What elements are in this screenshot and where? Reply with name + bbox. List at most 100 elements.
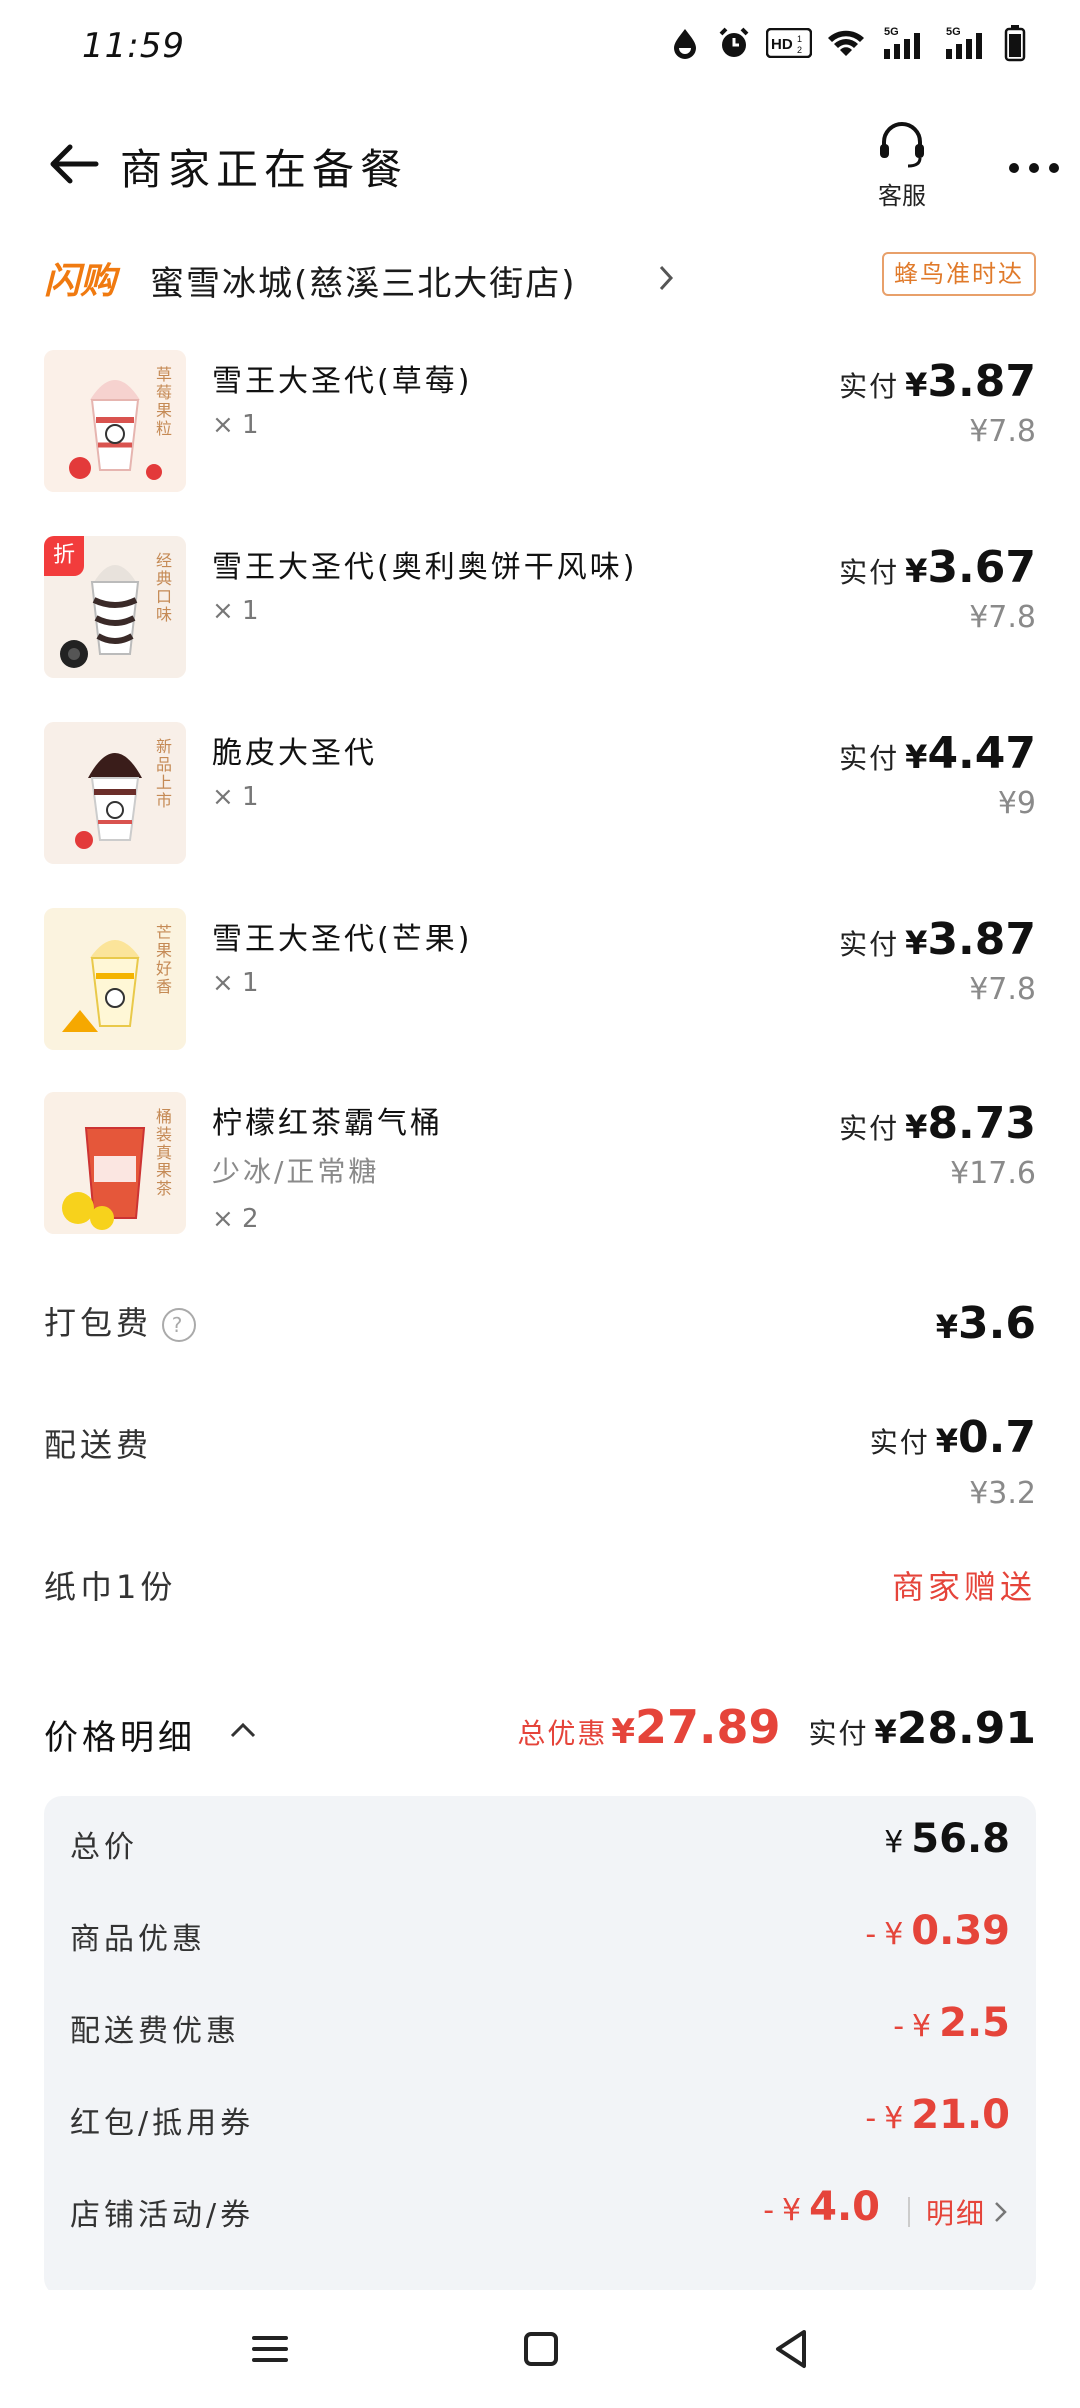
currency-symbol: ¥	[935, 1422, 959, 1460]
wifi-icon	[826, 27, 866, 59]
delivery-fee-row: 配送费 实付 ¥ 0.7 ¥3.2	[44, 1412, 1036, 1522]
original-price: ¥7.8	[969, 600, 1036, 635]
thumbnail-caption: 芒果好香	[155, 923, 172, 996]
original-price: ¥7.8	[969, 414, 1036, 449]
order-item[interactable]: 经典口味 折 雪王大圣代(奥利奥饼干风味) × 1 实付 ¥ 3.67 ¥7.8	[44, 536, 1036, 686]
svg-text:2: 2	[797, 45, 802, 55]
thumbnail-caption: 新品上市	[155, 737, 172, 810]
detail-row-amount: 4.0	[809, 2184, 880, 2230]
delivery-fee-paid: 0.7	[958, 1412, 1036, 1463]
thumbnail-caption: 经典口味	[155, 551, 172, 624]
detail-row-delivery-discount: 配送费优惠 - ¥2.5	[70, 1996, 1010, 2056]
detail-row-value: - ¥0.39	[865, 1908, 1010, 1954]
order-item[interactable]: 草莓果粒 雪王大圣代(草莓) × 1 实付 ¥ 3.87 ¥7.8	[44, 350, 1036, 500]
price-detail-header[interactable]: 价格明细 总优惠 ¥ 27.89 实付 ¥ 28.91	[44, 1700, 1036, 1770]
delivery-fee-label: 配送费	[44, 1426, 153, 1464]
menu-button[interactable]	[240, 2324, 300, 2374]
napkin-label: 纸巾1份	[44, 1568, 177, 1606]
currency-symbol: ¥	[782, 2193, 802, 2228]
item-paid-price: 实付 ¥ 3.87	[839, 356, 1036, 407]
currency-symbol: ¥	[905, 552, 928, 590]
paid-amount: 8.73	[927, 1098, 1036, 1149]
detail-row-coupon: 红包/抵用券 - ¥21.0	[70, 2088, 1010, 2148]
back-button[interactable]	[44, 134, 104, 194]
minus-sign: -	[865, 1917, 877, 1952]
status-bar: 11:59 HD 1 2 5G 5G	[0, 0, 1080, 96]
total-paid-label: 实付	[808, 1717, 869, 1750]
detail-row-label: 总价	[70, 1830, 138, 1865]
system-nav-bar	[0, 2290, 1080, 2408]
original-price: ¥7.8	[969, 972, 1036, 1007]
svg-text:1: 1	[797, 34, 802, 44]
currency-symbol: ¥	[884, 1917, 904, 1952]
store-row[interactable]: 闪购 蜜雪冰城(慈溪三北大街店) 蜂鸟准时达	[44, 248, 1036, 308]
delivery-fee-original: ¥3.2	[969, 1476, 1036, 1511]
paid-amount: 3.87	[927, 356, 1036, 407]
napkin-row: 纸巾1份 商家赠送	[44, 1562, 1036, 1612]
paid-label: 实付	[839, 742, 900, 775]
item-name: 雪王大圣代(奥利奥饼干风味)	[212, 550, 638, 585]
packing-fee-row: 打包费? ¥ 3.6	[44, 1298, 1036, 1358]
chevron-right-icon	[995, 2202, 1007, 2222]
app-header: 商家正在备餐 客服	[0, 110, 1080, 220]
back-nav-button[interactable]	[762, 2324, 822, 2374]
item-quantity: × 1	[212, 596, 259, 626]
home-button[interactable]	[510, 2324, 570, 2374]
svg-text:5G: 5G	[946, 26, 961, 38]
item-name: 雪王大圣代(芒果)	[212, 922, 473, 957]
currency-symbol: ¥	[905, 366, 928, 404]
thumbnail-caption: 草莓果粒	[155, 365, 172, 438]
detail-row-value: - ¥21.0	[865, 2092, 1010, 2138]
total-paid-amount: 28.91	[896, 1703, 1036, 1754]
product-thumbnail: 新品上市	[44, 722, 186, 864]
order-item[interactable]: 芒果好香 雪王大圣代(芒果) × 1 实付 ¥ 3.87 ¥7.8	[44, 908, 1036, 1058]
price-summary: 总优惠 ¥ 27.89 实付 ¥ 28.91	[517, 1700, 1036, 1754]
minus-sign: -	[865, 2101, 877, 2136]
data-saver-icon	[668, 26, 702, 60]
product-thumbnail: 芒果好香	[44, 908, 186, 1050]
square-home-icon	[524, 2332, 558, 2366]
detail-row-amount: 2.5	[939, 2000, 1010, 2046]
item-quantity: × 1	[212, 968, 259, 998]
detail-link-label: 明细	[925, 2197, 986, 2230]
flash-purchase-tag: 闪购	[44, 261, 117, 302]
detail-row-amount: 0.39	[911, 1908, 1010, 1954]
currency-symbol: ¥	[905, 738, 928, 776]
menu-icon	[252, 2336, 288, 2362]
delivery-badge: 蜂鸟准时达	[882, 252, 1036, 296]
item-paid-price: 实付 ¥ 4.47	[839, 728, 1036, 779]
item-quantity: × 1	[212, 782, 259, 812]
paid-label: 实付	[839, 556, 900, 589]
order-item[interactable]: 桶装真果茶 柠檬红茶霸气桶 少冰/正常糖 × 2 实付 ¥ 8.73 ¥17.6	[44, 1092, 1036, 1242]
more-options-button[interactable]	[1004, 148, 1064, 188]
total-saved-amount: 27.89	[635, 1700, 781, 1754]
discount-badge: 折	[44, 536, 84, 576]
item-paid-price: 实付 ¥ 8.73	[839, 1098, 1036, 1149]
paid-label: 实付	[839, 928, 900, 961]
original-price: ¥9	[997, 786, 1036, 821]
svg-text:HD: HD	[771, 36, 793, 53]
chevron-up-icon	[228, 1720, 258, 1744]
help-icon[interactable]: ?	[162, 1308, 197, 1342]
paid-amount: 4.47	[927, 728, 1036, 779]
item-paid-price: 实付 ¥ 3.87	[839, 914, 1036, 965]
detail-row-label: 红包/抵用券	[70, 2106, 255, 2141]
total-saved-label: 总优惠	[517, 1717, 608, 1750]
paid-amount: 3.67	[927, 542, 1036, 593]
customer-service-button[interactable]: 客服	[862, 120, 942, 212]
customer-service-label: 客服	[878, 182, 926, 210]
store-promo-detail-link[interactable]: 明细	[892, 2192, 1010, 2232]
currency-symbol: ¥	[935, 1308, 959, 1346]
item-paid-price: 实付 ¥ 3.67	[839, 542, 1036, 593]
detail-row-item-discount: 商品优惠 - ¥0.39	[70, 1904, 1010, 1964]
packing-fee-label: 打包费?	[44, 1298, 197, 1344]
store-name[interactable]: 蜜雪冰城(慈溪三北大街店)	[150, 256, 577, 305]
alarm-icon	[716, 25, 752, 61]
item-name: 柠檬红茶霸气桶	[212, 1106, 443, 1141]
detail-row-value: ¥56.8	[884, 1816, 1010, 1862]
more-dots-icon	[1009, 163, 1059, 173]
currency-symbol: ¥	[884, 2101, 904, 2136]
detail-row-amount: 56.8	[911, 1816, 1010, 1862]
item-name: 脆皮大圣代	[212, 736, 377, 771]
order-item[interactable]: 新品上市 脆皮大圣代 × 1 实付 ¥ 4.47 ¥9	[44, 722, 1036, 872]
